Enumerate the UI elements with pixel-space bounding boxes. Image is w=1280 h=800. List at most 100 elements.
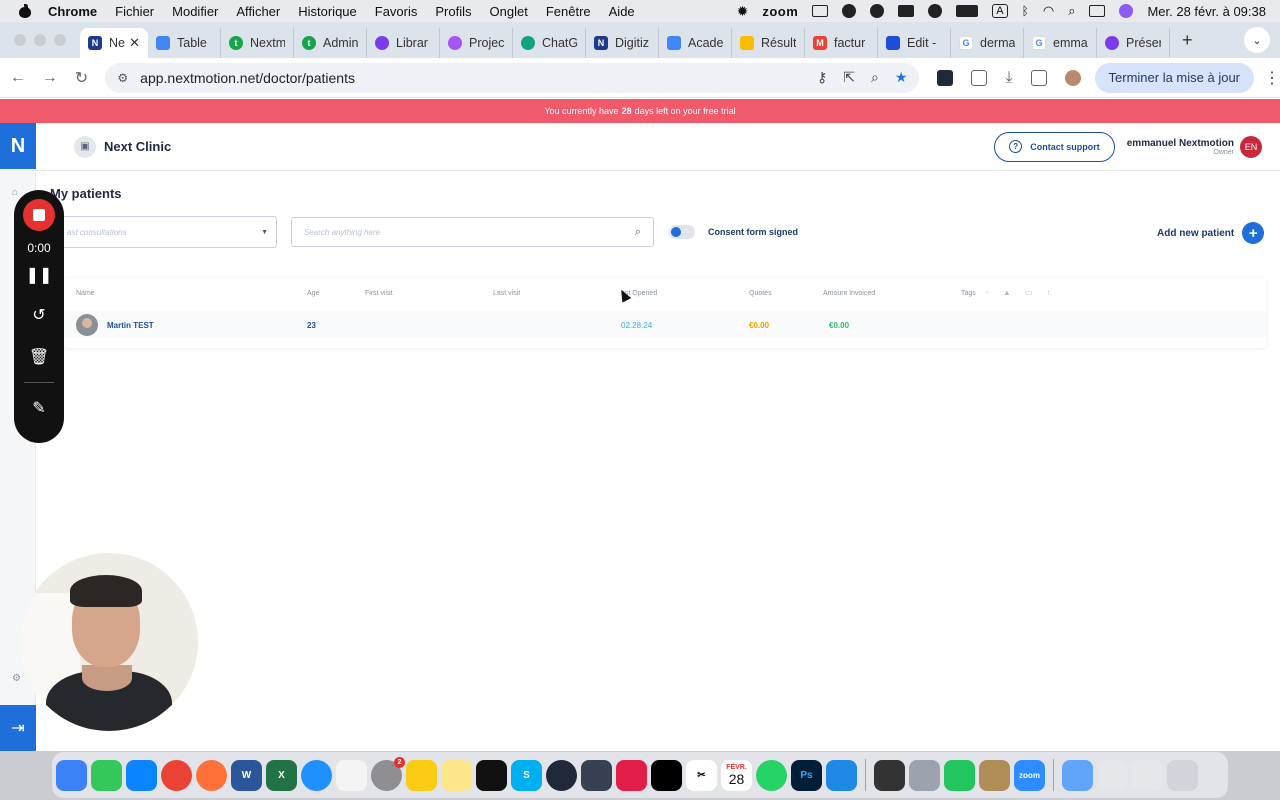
preview-icon[interactable] — [909, 759, 940, 791]
password-key-icon[interactable]: ⚷ — [817, 69, 827, 86]
search-icon[interactable]: ⌕ — [1068, 3, 1075, 19]
photos-icon[interactable] — [336, 759, 367, 791]
finder-icon[interactable] — [56, 759, 87, 791]
check-circle-icon[interactable] — [928, 4, 943, 18]
contact-support-button[interactable]: ? Contact support — [994, 131, 1115, 162]
notes-icon[interactable] — [441, 759, 472, 791]
final-cut-icon[interactable] — [476, 759, 507, 791]
battery-icon[interactable] — [956, 5, 979, 17]
screenshot-icon[interactable] — [581, 759, 612, 791]
tab-nextm[interactable]: t Nextm — [221, 28, 294, 58]
calculator-icon[interactable] — [874, 759, 905, 791]
user-info[interactable]: emmanuel Nextmotion Owner — [1127, 138, 1234, 156]
table-row[interactable]: Martin TEST 23 02.28.24 €0.00 €0.00 — [64, 311, 1266, 338]
tab-library[interactable]: Librar — [367, 28, 440, 58]
camera-icon[interactable]: ▭ — [1025, 288, 1033, 297]
add-new-patient-button[interactable]: Add new patient + — [1157, 222, 1265, 244]
downloads-folder-icon[interactable] — [1062, 759, 1093, 791]
menu-modifier[interactable]: Modifier — [172, 4, 218, 19]
new-tab-button[interactable]: + — [1182, 30, 1193, 51]
tab-project[interactable]: Projec — [440, 28, 513, 58]
reload-icon[interactable]: ↻ — [68, 68, 96, 88]
siri-icon[interactable] — [1119, 4, 1134, 18]
pause-icon[interactable]: ❚❚ — [14, 265, 64, 285]
patient-search-input[interactable]: Search anything here ⌕ — [291, 217, 654, 247]
nextmotion-logo[interactable]: N — [0, 123, 36, 169]
tab-facture[interactable]: Mfactur — [805, 28, 878, 58]
png-file-icon[interactable] — [1097, 759, 1128, 791]
tab-nextmotion-active[interactable]: N Ne ✕ — [80, 28, 148, 58]
search-icon[interactable]: ⌕ — [635, 226, 641, 239]
firefox-icon[interactable] — [196, 759, 227, 791]
extensions-puzzle-icon[interactable] — [971, 69, 988, 86]
menu-afficher[interactable]: Afficher — [236, 4, 280, 19]
calendar-icon[interactable]: FÉVR. 28 — [721, 759, 752, 791]
archive-icon[interactable] — [979, 759, 1010, 791]
tiktok-icon[interactable] — [651, 759, 682, 791]
system-settings-icon[interactable]: 2 — [371, 756, 405, 791]
gear-sun-icon[interactable]: ✹ — [737, 3, 749, 20]
screen-share-icon[interactable] — [812, 5, 829, 17]
address-bar[interactable]: ⚙ app.nextmotion.net/doctor/patients ⚷ ⇱… — [105, 62, 920, 93]
chrome-icon[interactable] — [161, 759, 192, 791]
chrome-menu-icon[interactable]: ⋮ — [1264, 68, 1280, 88]
menu-favoris[interactable]: Favoris — [375, 4, 418, 19]
zoom-menu-extra[interactable]: zoom — [762, 4, 798, 19]
draw-pen-icon[interactable]: ✎ — [14, 398, 64, 418]
menu-fichier[interactable]: Fichier — [115, 4, 154, 19]
tab-edit[interactable]: Edit - — [878, 28, 951, 58]
trash-icon[interactable]: ▫ — [986, 288, 989, 297]
tab-emma[interactable]: Gemma — [1024, 28, 1097, 58]
site-settings-icon[interactable]: ⚙ — [117, 71, 128, 85]
capcut-icon[interactable]: ✂ — [686, 759, 717, 791]
screen-studio-icon[interactable] — [616, 759, 647, 791]
restart-icon[interactable]: ↺ — [14, 305, 64, 325]
close-tab-icon[interactable]: ✕ — [129, 35, 140, 51]
photoshop-icon[interactable]: Ps — [791, 759, 822, 791]
extension-a-icon[interactable] — [937, 69, 954, 86]
forward-arrow-icon[interactable]: → — [36, 69, 64, 87]
maximize-window-button[interactable] — [54, 34, 66, 46]
tab-academy[interactable]: Acade — [659, 28, 732, 58]
consent-toggle[interactable] — [669, 225, 695, 239]
menu-profils[interactable]: Profils — [435, 4, 471, 19]
home-icon[interactable]: ⌂ — [12, 187, 18, 198]
messages-icon[interactable] — [91, 759, 122, 791]
contrast-icon[interactable] — [842, 4, 857, 18]
tab-presentation[interactable]: Préser — [1097, 28, 1170, 58]
tab-search-dropdown-icon[interactable]: ⌄ — [1244, 27, 1270, 53]
tab-derma[interactable]: Gderma — [951, 28, 1024, 58]
column-header-first-visit[interactable]: First visit — [365, 290, 393, 297]
column-header-name[interactable]: Name — [76, 290, 95, 297]
skype-icon[interactable]: S — [511, 759, 542, 791]
trash-bin-icon[interactable] — [1167, 759, 1198, 791]
minimize-window-button[interactable] — [34, 34, 46, 46]
control-center-icon[interactable] — [1089, 5, 1106, 17]
excel-icon[interactable]: X — [266, 759, 297, 791]
tab-table[interactable]: Table — [148, 28, 221, 58]
word-icon[interactable]: W — [231, 759, 262, 791]
tab-admin[interactable]: t Admin — [294, 28, 367, 58]
download-icon[interactable]: ⤓ — [1005, 69, 1012, 87]
pineapple-app-icon[interactable] — [406, 759, 437, 791]
back-arrow-icon[interactable]: ← — [4, 69, 32, 87]
safari-icon[interactable] — [301, 759, 332, 791]
keynote-icon[interactable] — [826, 759, 857, 791]
open-external-icon[interactable]: ⇱ — [843, 69, 855, 86]
column-header-tags[interactable]: Tags — [961, 290, 976, 297]
quicktime-icon[interactable] — [546, 759, 577, 791]
column-header-amount-invoiced[interactable]: Amount Invoiced — [823, 290, 875, 297]
menu-historique[interactable]: Historique — [298, 4, 357, 19]
control-strip-icon[interactable] — [898, 5, 915, 17]
bluetooth-icon[interactable]: ᛒ — [1022, 4, 1029, 18]
clinic-name[interactable]: Next Clinic — [104, 139, 171, 154]
wifi-icon[interactable]: ◠ — [1043, 3, 1054, 19]
menu-fenetre[interactable]: Fenêtre — [546, 4, 591, 19]
stop-recording-button[interactable] — [23, 199, 55, 231]
consultation-filter-select[interactable]: ast consultations ▼ — [58, 216, 277, 248]
menu-onglet[interactable]: Onglet — [490, 4, 528, 19]
numbers-icon[interactable] — [944, 759, 975, 791]
arrow-up-icon[interactable]: ↑ — [1046, 288, 1050, 297]
tab-results[interactable]: Résult — [732, 28, 805, 58]
side-panel-icon[interactable] — [1030, 69, 1047, 86]
